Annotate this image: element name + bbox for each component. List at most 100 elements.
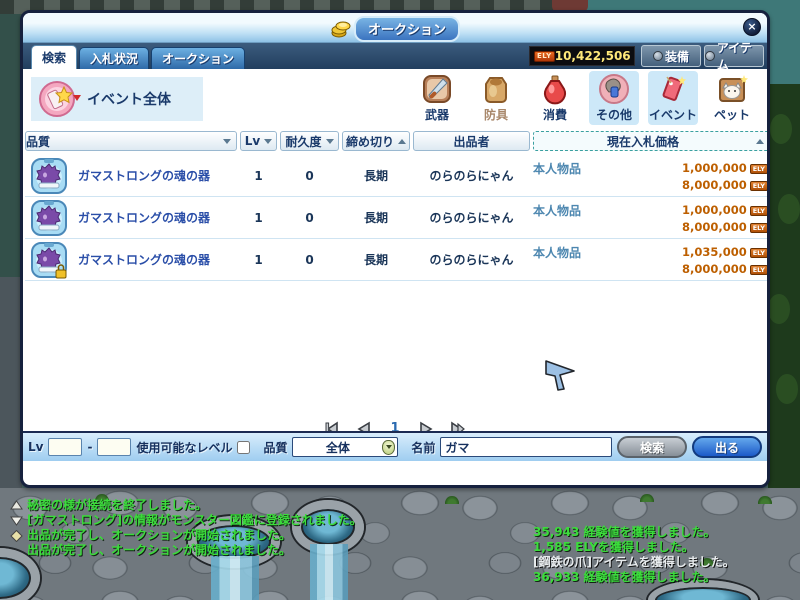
quality-label: 品質 xyxy=(263,440,288,455)
lv-min-input[interactable] xyxy=(48,438,83,456)
column-price[interactable]: 現在入札価格 xyxy=(533,131,767,151)
ely-badge-icon: ELY xyxy=(749,181,767,191)
ely-currency-icon: ELY xyxy=(534,50,555,62)
durability-cell: 0 xyxy=(305,252,314,267)
durability-cell: 0 xyxy=(305,168,314,183)
ely-badge-icon: ELY xyxy=(749,206,767,216)
soul-vessel-icon xyxy=(31,157,67,194)
table-header: 品質 Lv 耐久度 締め切り 出品者 現在入札価格 xyxy=(25,131,767,151)
category-label: イベント xyxy=(648,108,697,122)
column-quality[interactable]: 品質 xyxy=(25,131,237,151)
seller-cell: のらのらにゃん xyxy=(429,211,514,225)
chat-text: 出品が完了し、オークションが開始されました。 xyxy=(27,543,292,557)
name-search-input[interactable] xyxy=(440,437,613,457)
item-button[interactable]: アイテム xyxy=(704,41,764,72)
category-label: 消費 xyxy=(542,108,567,122)
price-stack: 1,000,000 ELY 8,000,000 ELY xyxy=(682,160,767,194)
reward-log: 35,943 経験値を獲得しました。 1,585 ELYを獲得しました。 [鋼鉄… xyxy=(533,525,735,585)
category-weapon[interactable]: 武器 xyxy=(412,71,462,125)
column-lv-label: Lv xyxy=(244,134,261,148)
lv-cell: 1 xyxy=(254,210,263,225)
chat-line: 秘密の様が接続を終了しました。 xyxy=(10,498,362,513)
event-tag-icon xyxy=(662,76,686,101)
category-misc[interactable]: その他 xyxy=(589,71,639,125)
tab-auction[interactable]: オークション xyxy=(151,47,246,69)
chat-line: [ガマストロング]の情報がモンスター図鑑に登録されました。 xyxy=(10,513,362,528)
lv-max-input[interactable] xyxy=(97,438,132,456)
table-row[interactable]: ガマストロングの魂の器 1 0 長期 のらのらにゃん 本人物品 1,000,00… xyxy=(25,155,767,197)
deadline-cell: 長期 xyxy=(363,169,388,183)
current-category: イベント全体 xyxy=(31,77,203,121)
table-row[interactable]: ガマストロングの魂の器 1 0 長期 のらのらにゃん 本人物品 1,035,00… xyxy=(25,239,767,281)
column-quality-label: 品質 xyxy=(26,134,51,149)
lv-cell: 1 xyxy=(254,252,263,267)
category-consume[interactable]: 消費 xyxy=(530,71,580,125)
durability-cell: 0 xyxy=(305,210,314,225)
item-cell: ガマストロングの魂の器 xyxy=(25,241,237,279)
misc-icon xyxy=(599,74,629,104)
well-water-stream xyxy=(211,556,259,600)
chat-line: 出品が完了し、オークションが開始されました。 xyxy=(10,543,362,558)
quality-select[interactable]: 全体 xyxy=(292,437,399,457)
column-price-label: 現在入札価格 xyxy=(606,134,679,149)
sort-asc-icon xyxy=(398,138,406,144)
item-cell: ガマストロングの魂の器 xyxy=(25,199,237,237)
current-bid: 1,000,000 xyxy=(681,203,747,217)
reward-text: [鋼鉄の爪]アイテムを獲得しました。 xyxy=(533,555,735,569)
buyout-price: 8,000,000 xyxy=(681,262,747,276)
item-icon xyxy=(705,51,715,61)
search-panel: イベント全体 武器 防具 消費 その他 イベント ペット 品質 Lv 耐久度 締… xyxy=(23,69,767,461)
name-label: 名前 xyxy=(411,440,436,455)
sort-desc-icon xyxy=(264,138,273,144)
category-event[interactable]: イベント xyxy=(648,71,698,125)
window-title-badge: オークション xyxy=(330,16,461,42)
owner-tag: 本人物品 xyxy=(533,246,582,260)
foliage xyxy=(776,374,798,404)
current-bid: 1,035,000 xyxy=(681,245,747,259)
price-cell: 本人物品 1,000,000 ELY 8,000,000 ELY xyxy=(533,157,767,194)
usable-level-checkbox[interactable] xyxy=(237,440,251,454)
tab-bid-status[interactable]: 入札状況 xyxy=(79,47,150,69)
owner-tag: 本人物品 xyxy=(533,162,582,176)
column-deadline[interactable]: 締め切り xyxy=(342,131,410,151)
equip-button[interactable]: 装備 xyxy=(641,45,701,67)
deadline-cell: 長期 xyxy=(363,211,388,225)
system-up-icon xyxy=(10,499,23,509)
window-title: オークション xyxy=(353,16,461,42)
chat-text: [ガマストロング]の情報がモンスター図鑑に登録されました。 xyxy=(27,513,362,527)
equip-icon xyxy=(652,51,663,61)
reward-text: 1,585 ELYを獲得しました。 xyxy=(533,540,694,554)
quality-value: 全体 xyxy=(325,440,350,455)
tab-search[interactable]: 検索 xyxy=(31,45,78,69)
system-down-icon xyxy=(10,516,23,526)
armor-icon xyxy=(485,77,507,103)
price-stack: 1,000,000 ELY 8,000,000 ELY xyxy=(681,202,767,236)
ely-badge-icon: ELY xyxy=(749,223,767,233)
category-label: 防具 xyxy=(483,108,508,122)
ely-badge-icon: ELY xyxy=(749,248,767,258)
column-seller[interactable]: 出品者 xyxy=(413,131,530,151)
sort-desc-icon xyxy=(325,138,334,144)
price-stack: 1,035,000 ELY 8,000,000 ELY xyxy=(681,244,767,278)
event-all-icon xyxy=(39,81,75,117)
sort-desc-icon xyxy=(223,138,231,144)
category-pet[interactable]: ペット xyxy=(707,71,757,125)
item-cell: ガマストロングの魂の器 xyxy=(25,157,237,195)
column-durability[interactable]: 耐久度 xyxy=(280,131,339,151)
ely-badge-icon: ELY xyxy=(749,164,767,174)
weapon-sword-icon xyxy=(423,75,451,103)
buyout-price: 8,000,000 xyxy=(681,220,747,234)
table-row[interactable]: ガマストロングの魂の器 1 0 長期 のらのらにゃん 本人物品 1,000,00… xyxy=(25,197,767,239)
soul-vessel-icon-locked xyxy=(31,241,67,278)
grass-tuft xyxy=(758,496,772,504)
grass-tuft xyxy=(640,494,654,502)
foliage xyxy=(770,114,792,144)
exit-button[interactable]: 出る xyxy=(692,436,763,458)
usable-level-label: 使用可能なレベル xyxy=(136,440,233,455)
column-lv[interactable]: Lv xyxy=(240,131,277,151)
titlebar[interactable]: オークション × xyxy=(23,13,767,43)
close-button[interactable]: × xyxy=(743,18,761,36)
search-button[interactable]: 検索 xyxy=(617,436,688,458)
price-cell: 本人物品 1,000,000 ELY 8,000,000 ELY xyxy=(533,199,767,236)
category-armor[interactable]: 防具 xyxy=(471,71,521,125)
